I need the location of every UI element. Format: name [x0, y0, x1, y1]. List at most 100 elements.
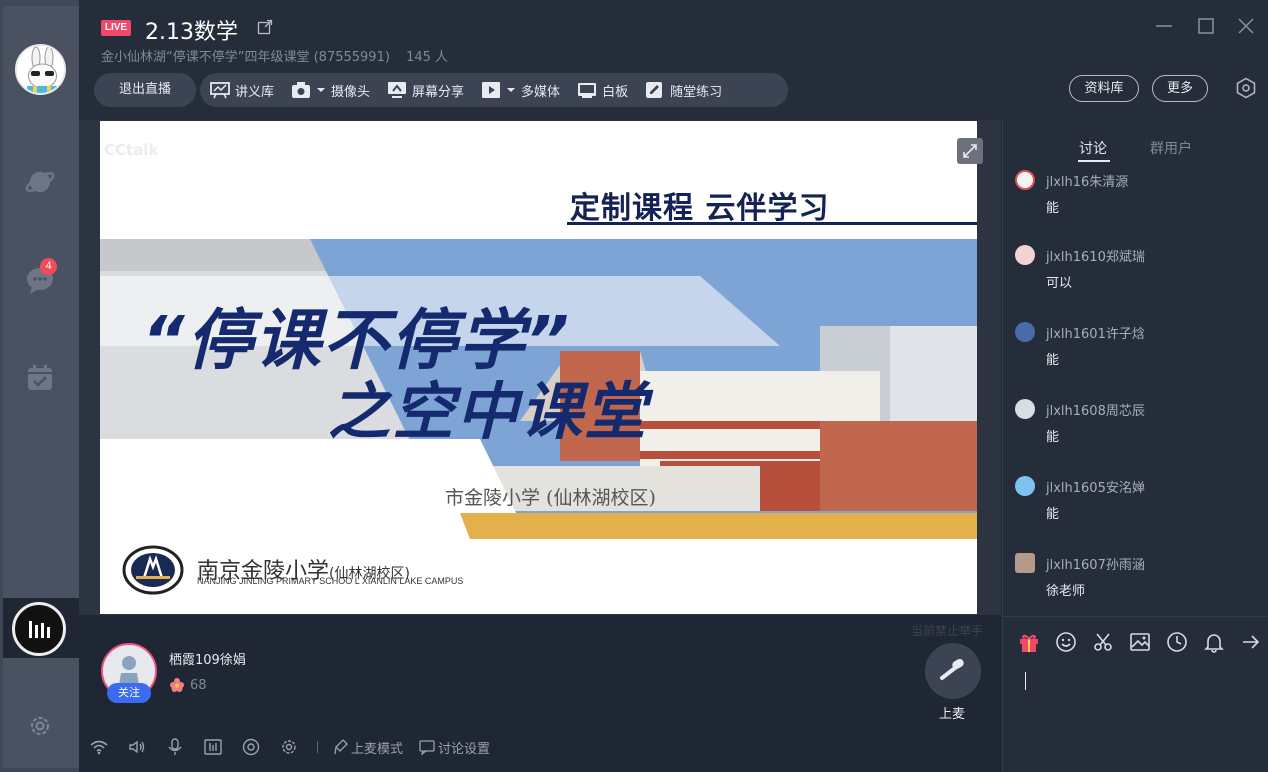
mic-mode-button[interactable]: 上麦模式 [334, 738, 403, 757]
toolbar-separator [317, 741, 318, 753]
chat-divider [1003, 616, 1268, 617]
media-button[interactable]: 多媒体 [481, 81, 560, 100]
message-text: 徐老师 [1046, 584, 1086, 599]
resource-library-button[interactable]: 资料库 [1069, 75, 1139, 102]
active-tab-indicator [1078, 160, 1110, 162]
close-icon[interactable] [1236, 16, 1256, 36]
slides-button[interactable]: 讲义库 [210, 81, 274, 100]
settings-gear-icon[interactable] [279, 737, 299, 757]
message-avatar[interactable] [1015, 245, 1035, 265]
settings-gear-icon[interactable] [22, 708, 58, 744]
message-avatar[interactable] [1015, 476, 1035, 496]
slide-slogan: 定制课程 云伴学习 [570, 191, 830, 226]
tool-group: 讲义库 摄像头 屏幕分享 多媒体 白板 随堂练习 [200, 73, 788, 107]
settings-hexagon-icon[interactable] [1235, 77, 1257, 99]
whiteboard-button[interactable]: 白板 [577, 81, 628, 100]
clock-icon[interactable] [1165, 630, 1189, 654]
header: LIVE 2.13数学 金小仙林湖“停课不停学”四年级课堂 (87555991)… [79, 0, 1268, 120]
screen-share-icon [387, 81, 407, 99]
more-button[interactable]: 更多 [1152, 75, 1208, 102]
presentation-slide: CCtalk 定制课程 云伴学习 “停课不停学” 之空中课堂 市金陵小学 (仙林… [100, 121, 977, 614]
calendar-check-icon[interactable] [22, 360, 58, 396]
discussion-settings-label: 讨论设置 [438, 741, 491, 757]
slides-label: 讲义库 [235, 84, 275, 100]
message-text: 能 [1046, 201, 1060, 216]
chat-panel: 讨论 群用户 jlxlh16朱清源 能 jlxlh1610郑斌瑞 可以 jlxl… [1002, 120, 1268, 772]
stage-scrollbar [979, 121, 1001, 615]
equalizer-icon[interactable] [203, 737, 223, 757]
minimize-icon[interactable] [1154, 16, 1174, 36]
tab-discussion[interactable]: 讨论 [1079, 138, 1107, 158]
camera-label: 摄像头 [331, 84, 371, 100]
chevron-down-icon[interactable] [506, 86, 516, 94]
join-mic-button[interactable] [925, 643, 981, 699]
slides-icon [210, 81, 230, 99]
hand-raise-status: 当前禁止举手 [911, 624, 984, 638]
group-subtitle: 金小仙林湖“停课不停学”四年级课堂 (87555991) 145 人 [101, 46, 448, 65]
fullscreen-icon[interactable] [957, 138, 983, 164]
message-author: jlxlh1610郑斌瑞 [1046, 250, 1145, 265]
left-rail: 4 [0, 0, 79, 772]
live-badge: LIVE [101, 20, 131, 36]
live-room-icon[interactable] [12, 602, 66, 656]
whiteboard-icon [577, 81, 597, 99]
bell-icon[interactable] [1202, 630, 1226, 654]
group-name: 金小仙林湖“停课不停学”四年级课堂 (87555991) [101, 50, 390, 65]
image-icon[interactable] [1128, 630, 1152, 654]
join-mic-label: 上麦 [939, 707, 966, 722]
member-count: 145 人 [406, 50, 449, 65]
maximize-icon[interactable] [1196, 16, 1216, 36]
exercise-button[interactable]: 随堂练习 [645, 81, 722, 100]
message-text: 能 [1046, 507, 1060, 522]
presenter-name: 栖霞109徐娟 [169, 653, 246, 668]
speaker-icon[interactable] [127, 737, 147, 757]
discussion-settings-icon [419, 740, 435, 755]
chat-toolbar [1017, 630, 1268, 654]
cctalk-watermark: CCtalk [104, 141, 159, 159]
screen-share-label: 屏幕分享 [412, 84, 465, 100]
message-author: jlxlh1608周芯辰 [1046, 404, 1145, 419]
tab-group-members[interactable]: 群用户 [1150, 138, 1192, 158]
unread-badge: 4 [40, 258, 57, 275]
page-title: 2.13数学 [145, 20, 238, 45]
gift-icon[interactable] [1017, 630, 1041, 654]
slide-title-line2: 之空中课堂 [328, 375, 649, 448]
whiteboard-label: 白板 [602, 84, 629, 100]
message-avatar[interactable] [1015, 553, 1035, 573]
presenter-bar: 关注 栖霞109徐娟 68 当前禁止举手 上麦 上麦模式 讨论设置 [79, 615, 1001, 772]
flower-icon [169, 677, 185, 693]
likes-count: 68 [169, 677, 207, 693]
message-avatar[interactable] [1015, 170, 1035, 190]
mic-mode-icon [334, 739, 348, 755]
message-text: 可以 [1046, 276, 1073, 291]
exit-live-button[interactable]: 退出直播 [94, 73, 196, 107]
wifi-icon[interactable] [89, 737, 109, 757]
follow-button[interactable]: 关注 [107, 683, 151, 703]
planet-icon[interactable] [22, 164, 58, 200]
bottom-toolbar: 上麦模式 讨论设置 [89, 737, 506, 757]
emoji-icon[interactable] [1054, 630, 1078, 654]
message-avatar[interactable] [1015, 399, 1035, 419]
external-link-icon[interactable] [257, 19, 273, 35]
chat-input-cursor[interactable] [1025, 672, 1026, 690]
media-icon [481, 81, 501, 99]
microphone-icon[interactable] [165, 737, 185, 757]
slogan-underline [567, 222, 977, 225]
record-icon[interactable] [241, 737, 261, 757]
message-avatar[interactable] [1015, 322, 1035, 342]
chevron-down-icon[interactable] [316, 86, 326, 94]
exercise-icon [645, 81, 665, 99]
camera-button[interactable]: 摄像头 [291, 81, 370, 100]
screen-share-button[interactable]: 屏幕分享 [387, 81, 464, 100]
scissors-icon[interactable] [1091, 630, 1115, 654]
school-logo [122, 545, 184, 595]
user-avatar[interactable] [15, 44, 66, 95]
gate-sign: 市金陵小学 (仙林湖校区) [445, 487, 656, 509]
message-author: jlxlh1605安洺婵 [1046, 481, 1145, 496]
discussion-settings-button[interactable]: 讨论设置 [419, 738, 490, 757]
message-author: jlxlh1601许子焓 [1046, 327, 1145, 342]
camera-icon [291, 81, 311, 99]
arrow-right-icon[interactable] [1239, 630, 1263, 654]
message-author: jlxlh16朱清源 [1046, 175, 1129, 190]
media-label: 多媒体 [521, 84, 561, 100]
